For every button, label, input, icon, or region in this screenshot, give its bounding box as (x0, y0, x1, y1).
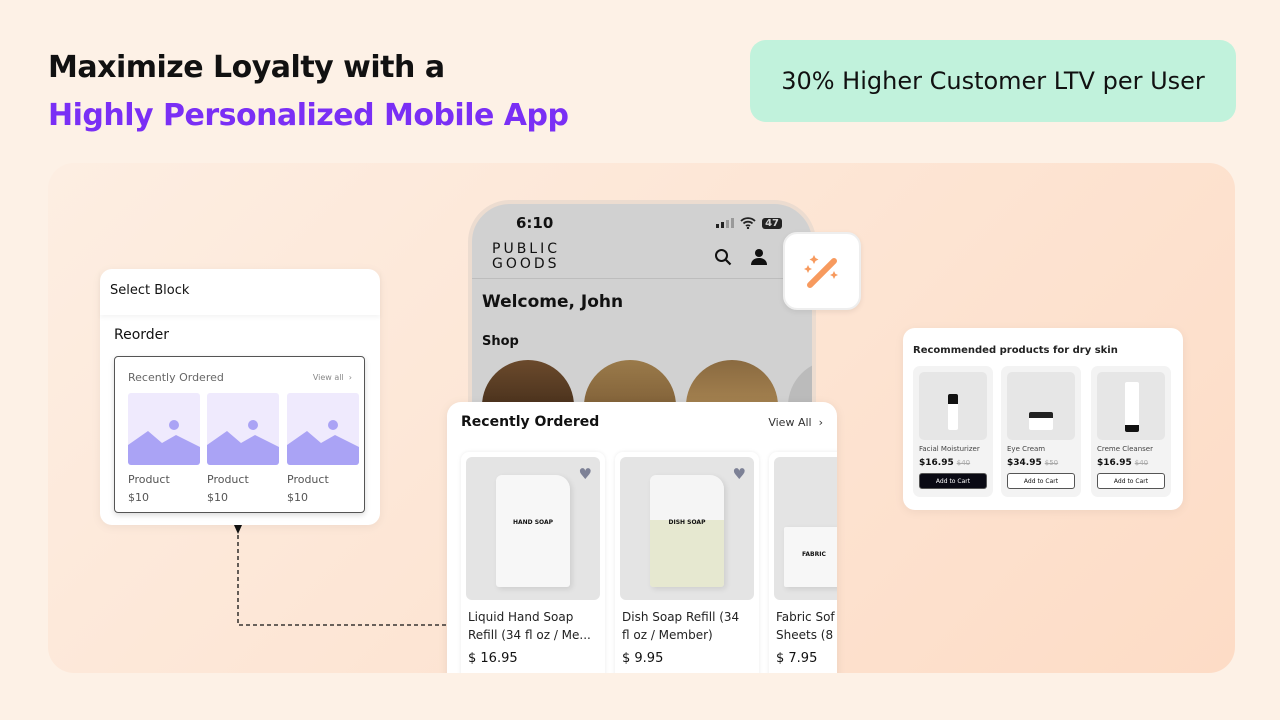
product-price: $ 9.95 (622, 651, 664, 666)
headline-line2: Highly Personalized Mobile App (48, 98, 569, 133)
recommended-product[interactable]: Creme Cleanser $16.95 $40 Add to Cart (1091, 366, 1171, 497)
headline: Maximize Loyalty with a Highly Personali… (48, 44, 569, 140)
image-placeholder-icon (287, 393, 359, 465)
product-image: HAND SOAP (496, 475, 570, 587)
clock: 6:10 (516, 214, 554, 232)
shop-heading: Shop (482, 334, 519, 349)
select-block-title: Select Block (100, 269, 380, 315)
select-block-panel: Select Block Reorder Recently Ordered Vi… (100, 269, 380, 525)
battery-icon: 47 (762, 217, 782, 229)
product-image (1097, 372, 1165, 440)
product-image: DISH SOAP (650, 475, 724, 587)
recently-ordered-card: Recently Ordered View All › HAND SOAP ♥ L… (447, 402, 837, 673)
heart-icon[interactable]: ♥ (579, 465, 592, 483)
magic-wand-icon (804, 255, 838, 288)
logo-line1: PUBLIC (492, 241, 560, 257)
product-card[interactable]: DISH SOAP ♥ Dish Soap Refill (34 fl oz / M… (615, 452, 759, 673)
reorder-block-preview[interactable]: Recently Ordered View all › Product $10 P… (114, 356, 365, 513)
recommended-products-card: Recommended products for dry skin Facial… (903, 328, 1183, 510)
placeholder-product: Product $10 (287, 473, 329, 504)
preview-title: Recently Ordered (128, 371, 224, 384)
user-icon[interactable] (750, 248, 768, 266)
heart-icon[interactable]: ♥ (733, 465, 746, 483)
placeholder-product: Product $10 (207, 473, 249, 504)
recommended-title: Recommended products for dry skin (913, 345, 1118, 356)
view-all-link[interactable]: View all › (313, 373, 352, 382)
recommended-product[interactable]: Eye Cream $34.95 $50 Add to Cart (1001, 366, 1081, 497)
image-placeholder-icon (128, 393, 200, 465)
view-all-link[interactable]: View All › (768, 416, 823, 429)
image-placeholder-icon (207, 393, 279, 465)
ltv-badge: 30% Higher Customer LTV per User (750, 40, 1236, 122)
status-bar: 6:10 47 (472, 214, 812, 238)
showcase-panel: 6:10 47 PUBLIC GOODS Welcome, John Shop S… (48, 163, 1235, 673)
brand-logo: PUBLIC GOODS (492, 242, 560, 272)
product-image: FABRIC (784, 527, 837, 587)
add-to-cart-button[interactable]: Add to Cart (1007, 473, 1075, 489)
recommended-product[interactable]: Facial Moisturizer $16.95 $40 Add to Cart (913, 366, 993, 497)
add-to-cart-button[interactable]: Add to Cart (919, 473, 987, 489)
signal-icon (716, 218, 735, 228)
welcome-text: Welcome, John (482, 292, 624, 312)
search-icon[interactable] (714, 248, 732, 266)
add-to-cart-button[interactable]: Add to Cart (1097, 473, 1165, 489)
product-price: $ 7.95 (776, 651, 818, 666)
reorder-label: Reorder (114, 327, 170, 343)
recently-ordered-title: Recently Ordered (461, 414, 600, 430)
product-price: $ 16.95 (468, 651, 518, 666)
product-card[interactable]: FABRIC Fabric Sof Sheets (8 $ 7.95 (769, 452, 837, 673)
magic-button[interactable] (783, 232, 861, 310)
divider (472, 278, 812, 279)
headline-line1: Maximize Loyalty with a (48, 50, 445, 85)
product-image (919, 372, 987, 440)
product-image (1007, 372, 1075, 440)
placeholder-product: Product $10 (128, 473, 170, 504)
wifi-icon (740, 217, 756, 229)
product-card[interactable]: HAND SOAP ♥ Liquid Hand Soap Refill (34 fl… (461, 452, 605, 673)
logo-line2: GOODS (492, 256, 560, 272)
